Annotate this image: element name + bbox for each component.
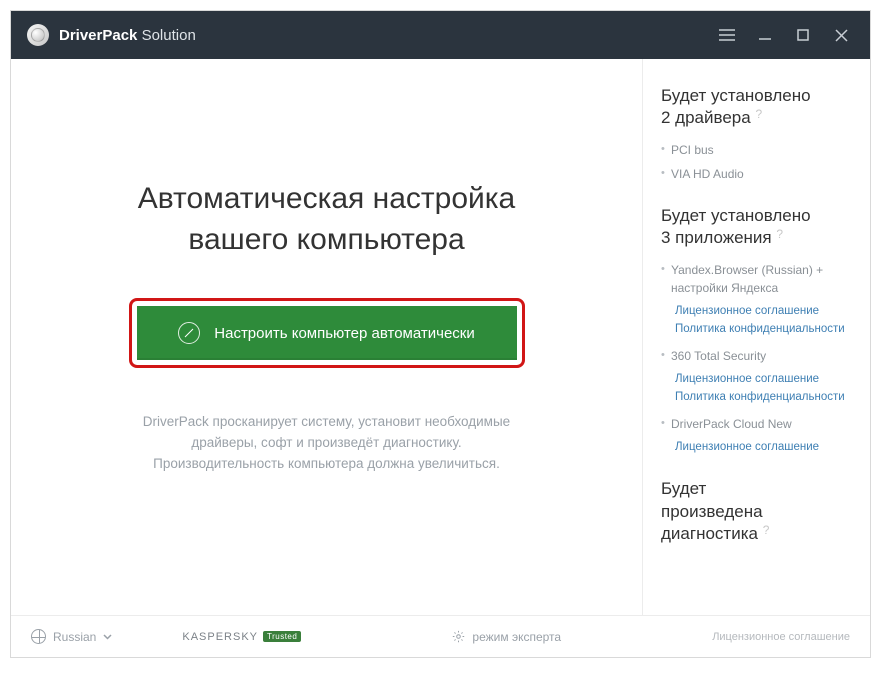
language-label: Russian — [53, 630, 96, 644]
sidebar-diagnostics-heading: Будет произведена диагностика ? — [661, 478, 854, 544]
minimize-icon — [758, 28, 772, 42]
footer-license-link[interactable]: Лицензионное соглашение — [712, 631, 850, 643]
maximize-button[interactable] — [784, 11, 822, 59]
headline-line2: вашего компьютера — [188, 223, 464, 256]
close-button[interactable] — [822, 11, 860, 59]
cta-highlight-frame: Настроить компьютер автоматически — [129, 298, 525, 368]
apps-heading-l2: 3 приложения — [661, 228, 772, 247]
apps-heading-l1: Будет установлено — [661, 206, 811, 225]
main-area: Автоматическая настройка вашего компьюте… — [11, 59, 642, 615]
license-link[interactable]: Лицензионное соглашение — [661, 371, 854, 389]
expert-mode-button[interactable]: режим эксперта — [452, 630, 561, 644]
sidebar-apps-heading: Будет установлено 3 приложения ? — [661, 205, 854, 249]
license-link[interactable]: Лицензионное соглашение — [661, 303, 854, 321]
expert-mode-label: режим эксперта — [472, 630, 561, 644]
sidebar-drivers-heading: Будет установлено 2 драйвера ? — [661, 85, 854, 129]
help-icon[interactable]: ? — [763, 523, 770, 537]
main-description: DriverPack просканирует систему, установ… — [143, 412, 510, 475]
drivers-heading-l1: Будет установлено — [661, 86, 811, 105]
menu-button[interactable] — [708, 11, 746, 59]
privacy-link[interactable]: Политика конфиденциальности — [661, 389, 854, 407]
language-selector[interactable]: Russian — [31, 629, 112, 644]
chevron-down-icon — [103, 634, 112, 640]
compass-icon — [178, 322, 200, 344]
app-logo-group: DriverPack Solution — [27, 24, 196, 46]
globe-icon — [31, 629, 46, 644]
kaspersky-badge: KASPERSKY Trusted — [182, 631, 301, 643]
desc-line1: DriverPack просканирует систему, установ… — [143, 414, 510, 429]
list-item: Yandex.Browser (Russian) + настройки Янд… — [661, 261, 854, 297]
gear-icon — [452, 630, 465, 643]
sidebar: Будет установлено 2 драйвера ? PCI bus V… — [642, 59, 870, 615]
app-window: DriverPack Solution — [10, 10, 871, 658]
hamburger-icon — [719, 29, 735, 41]
app-title: DriverPack Solution — [59, 27, 196, 44]
diag-l2: произведена — [661, 502, 763, 521]
app-title-thin: Solution — [142, 27, 196, 44]
diag-l1: Будет — [661, 479, 706, 498]
apps-list: Yandex.Browser (Russian) + настройки Янд… — [661, 261, 854, 456]
cta-label: Настроить компьютер автоматически — [214, 325, 474, 342]
app-title-bold: DriverPack — [59, 27, 137, 44]
desc-line3: Производительность компьютера должна уве… — [153, 456, 500, 471]
maximize-icon — [797, 29, 809, 41]
license-link[interactable]: Лицензионное соглашение — [661, 439, 854, 457]
headline-line1: Автоматическая настройка — [138, 182, 515, 215]
kaspersky-text: KASPERSKY — [182, 631, 258, 643]
trusted-badge: Trusted — [263, 631, 301, 642]
list-item: VIA HD Audio — [661, 165, 854, 183]
privacy-link[interactable]: Политика конфиденциальности — [661, 321, 854, 339]
drivers-heading-l2: 2 драйвера — [661, 108, 751, 127]
minimize-button[interactable] — [746, 11, 784, 59]
list-item: 360 Total Security — [661, 347, 854, 365]
auto-configure-button[interactable]: Настроить компьютер автоматически — [137, 306, 517, 360]
diag-l3: диагностика — [661, 524, 758, 543]
drivers-list: PCI bus VIA HD Audio — [661, 141, 854, 183]
main-headline: Автоматическая настройка вашего компьюте… — [138, 179, 515, 260]
list-item: PCI bus — [661, 141, 854, 159]
footer: Russian KASPERSKY Trusted режим эксперта… — [11, 615, 870, 657]
help-icon[interactable]: ? — [755, 107, 762, 121]
window-body: Автоматическая настройка вашего компьюте… — [11, 59, 870, 615]
help-icon[interactable]: ? — [776, 227, 783, 241]
close-icon — [835, 29, 848, 42]
desc-line2: драйверы, софт и произведёт диагностику. — [191, 435, 461, 450]
titlebar: DriverPack Solution — [11, 11, 870, 59]
app-logo-icon — [27, 24, 49, 46]
list-item: DriverPack Cloud New — [661, 415, 854, 433]
